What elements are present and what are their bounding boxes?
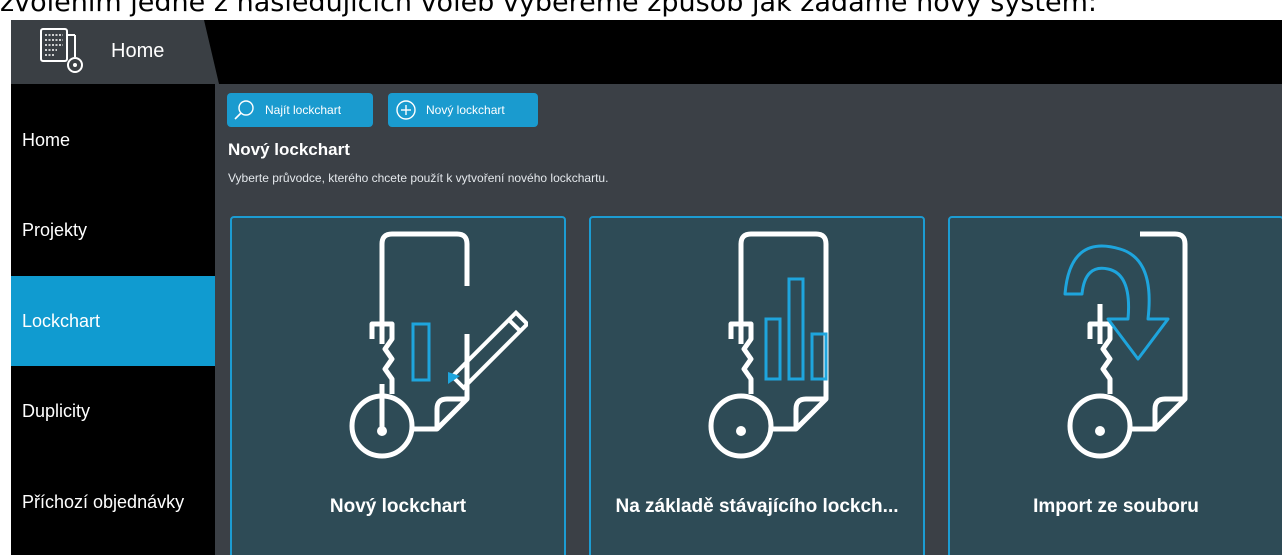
find-lockchart-label: Najít lockchart: [265, 103, 342, 117]
document-pencil-icon: [349, 231, 528, 459]
card-import-from-file[interactable]: Import ze souboru: [948, 216, 1282, 555]
new-lockchart-button[interactable]: Nový lockchart: [388, 93, 538, 127]
sidebar-item-projekty[interactable]: Projekty: [11, 185, 215, 275]
sidebar-item-lockchart[interactable]: Lockchart: [11, 276, 215, 366]
sidebar-item-label: Projekty: [22, 219, 88, 240]
home-tab[interactable]: Home: [11, 20, 219, 84]
main-content: Najít lockchart Nový lockchart Nový lock…: [215, 84, 1282, 555]
card-label: Nový lockchart: [329, 496, 467, 517]
sidebar-item-duplicity[interactable]: Duplicity: [11, 366, 215, 456]
card-label: Import ze souboru: [1033, 496, 1199, 517]
sidebar-item-prichozi-objednavky[interactable]: Příchozí objednávky: [11, 457, 215, 547]
page-subtitle: Vyberte průvodce, kterého chcete použít …: [228, 171, 609, 185]
sidebar: Home Projekty Lockchart Duplicity Přícho…: [11, 95, 215, 555]
caption-text: zvolením jedné z následujících voleb vyb…: [0, 0, 1097, 18]
top-bar: Home: [11, 20, 1282, 84]
sidebar-item-label: Příchozí objednávky: [22, 491, 185, 512]
card-new-lockchart[interactable]: Nový lockchart: [230, 216, 566, 555]
find-lockchart-button[interactable]: Najít lockchart: [227, 93, 373, 127]
document-chart-icon: [708, 231, 829, 459]
sidebar-item-label: Lockchart: [22, 310, 101, 331]
sidebar-item-home[interactable]: Home: [11, 95, 215, 185]
sidebar-item-label: Home: [22, 129, 71, 150]
app-window: Home Home Projekty Lockchart Duplicity P…: [11, 20, 1282, 555]
new-lockchart-label: Nový lockchart: [426, 103, 505, 117]
home-tab-title: Home: [111, 40, 165, 62]
page-title: Nový lockchart: [228, 140, 350, 159]
document-import-icon: [1063, 231, 1188, 459]
card-label: Na základě stávajícího lockch...: [615, 496, 899, 517]
search-icon: [234, 100, 254, 120]
plus-circle-icon: [396, 100, 416, 120]
lockchart-key-icon: [40, 28, 83, 73]
sidebar-item-label: Duplicity: [22, 400, 91, 421]
card-based-on-existing[interactable]: Na základě stávajícího lockch...: [589, 216, 925, 555]
